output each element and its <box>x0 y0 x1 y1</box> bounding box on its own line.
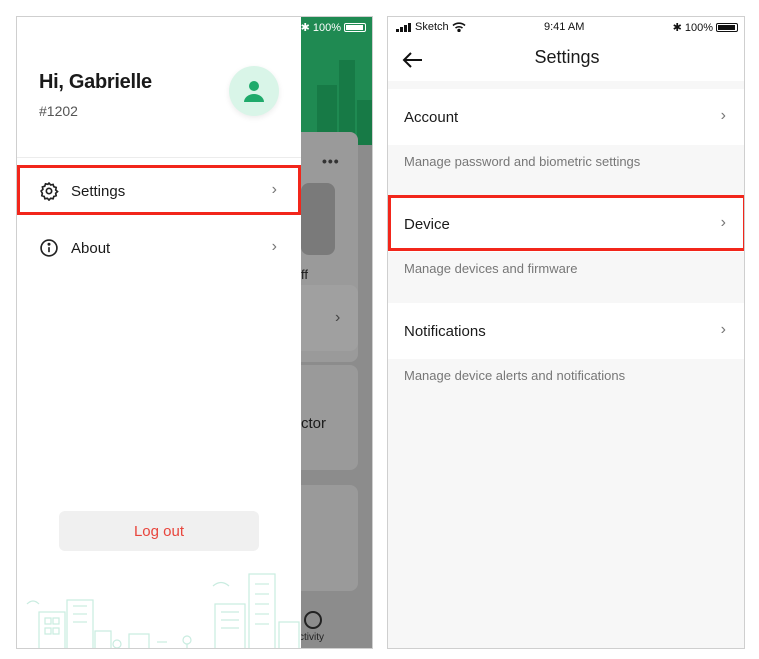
chevron-right-icon: › <box>720 321 726 338</box>
chevron-right-icon: › <box>335 309 341 326</box>
menu-item-label: About <box>71 239 111 257</box>
background-status-bar: ✱ 100% <box>301 21 366 34</box>
bluetooth-icon: ✱ <box>300 22 310 34</box>
right-phone-screen: Sketch 9:41 AM ✱ 100% Settings Account ›… <box>387 16 745 649</box>
status-time: 9:41 AM <box>544 21 585 33</box>
battery-text: 100% <box>684 21 713 34</box>
background-tile <box>301 183 335 255</box>
highlight-box <box>17 165 301 215</box>
battery-icon <box>344 23 366 32</box>
user-id: #1202 <box>39 103 78 119</box>
tab-activity-label: ctivity <box>299 632 324 643</box>
row-description: Manage devices and firmware <box>404 261 578 276</box>
side-drawer: Hi, Gabrielle #1202 Settings › About › L… <box>17 17 301 648</box>
info-icon <box>39 238 59 258</box>
row-label: Account <box>404 108 459 126</box>
page-title: Settings <box>534 47 600 67</box>
navigation-bar: Settings <box>388 39 744 81</box>
settings-row-account[interactable]: Account › <box>388 89 744 145</box>
logout-button[interactable]: Log out <box>59 511 259 551</box>
greeting: Hi, Gabrielle <box>39 71 152 93</box>
signal-icon <box>396 22 411 32</box>
avatar[interactable] <box>229 66 279 116</box>
highlight-box <box>388 195 744 251</box>
more-dots-icon: ••• <box>322 153 340 169</box>
divider <box>17 157 301 158</box>
clock-icon <box>304 611 322 629</box>
menu-item-about[interactable]: About › <box>17 224 301 272</box>
battery-text: 100% <box>312 21 341 34</box>
left-phone-screen: ✱ 100% ••• ff › ctor ctivity Hi, Gabriel… <box>16 16 373 649</box>
settings-row-notifications[interactable]: Notifications › <box>388 303 744 359</box>
wifi-icon <box>452 22 466 32</box>
row-description: Manage password and biometric settings <box>404 154 641 169</box>
status-bar: Sketch 9:41 AM ✱ 100% <box>388 17 744 39</box>
city-skyline-illustration <box>26 573 300 648</box>
background-partial-text-2: ctor <box>301 415 327 432</box>
battery-icon <box>716 23 738 32</box>
carrier-name: Sketch <box>415 21 449 33</box>
bluetooth-icon: ✱ <box>672 22 682 34</box>
row-description: Manage device alerts and notifications <box>404 368 626 383</box>
user-icon <box>244 81 264 102</box>
chevron-right-icon: › <box>271 238 277 255</box>
row-label: Notifications <box>404 322 486 340</box>
background-partial-text: ff <box>301 267 308 282</box>
chevron-right-icon: › <box>720 107 726 124</box>
